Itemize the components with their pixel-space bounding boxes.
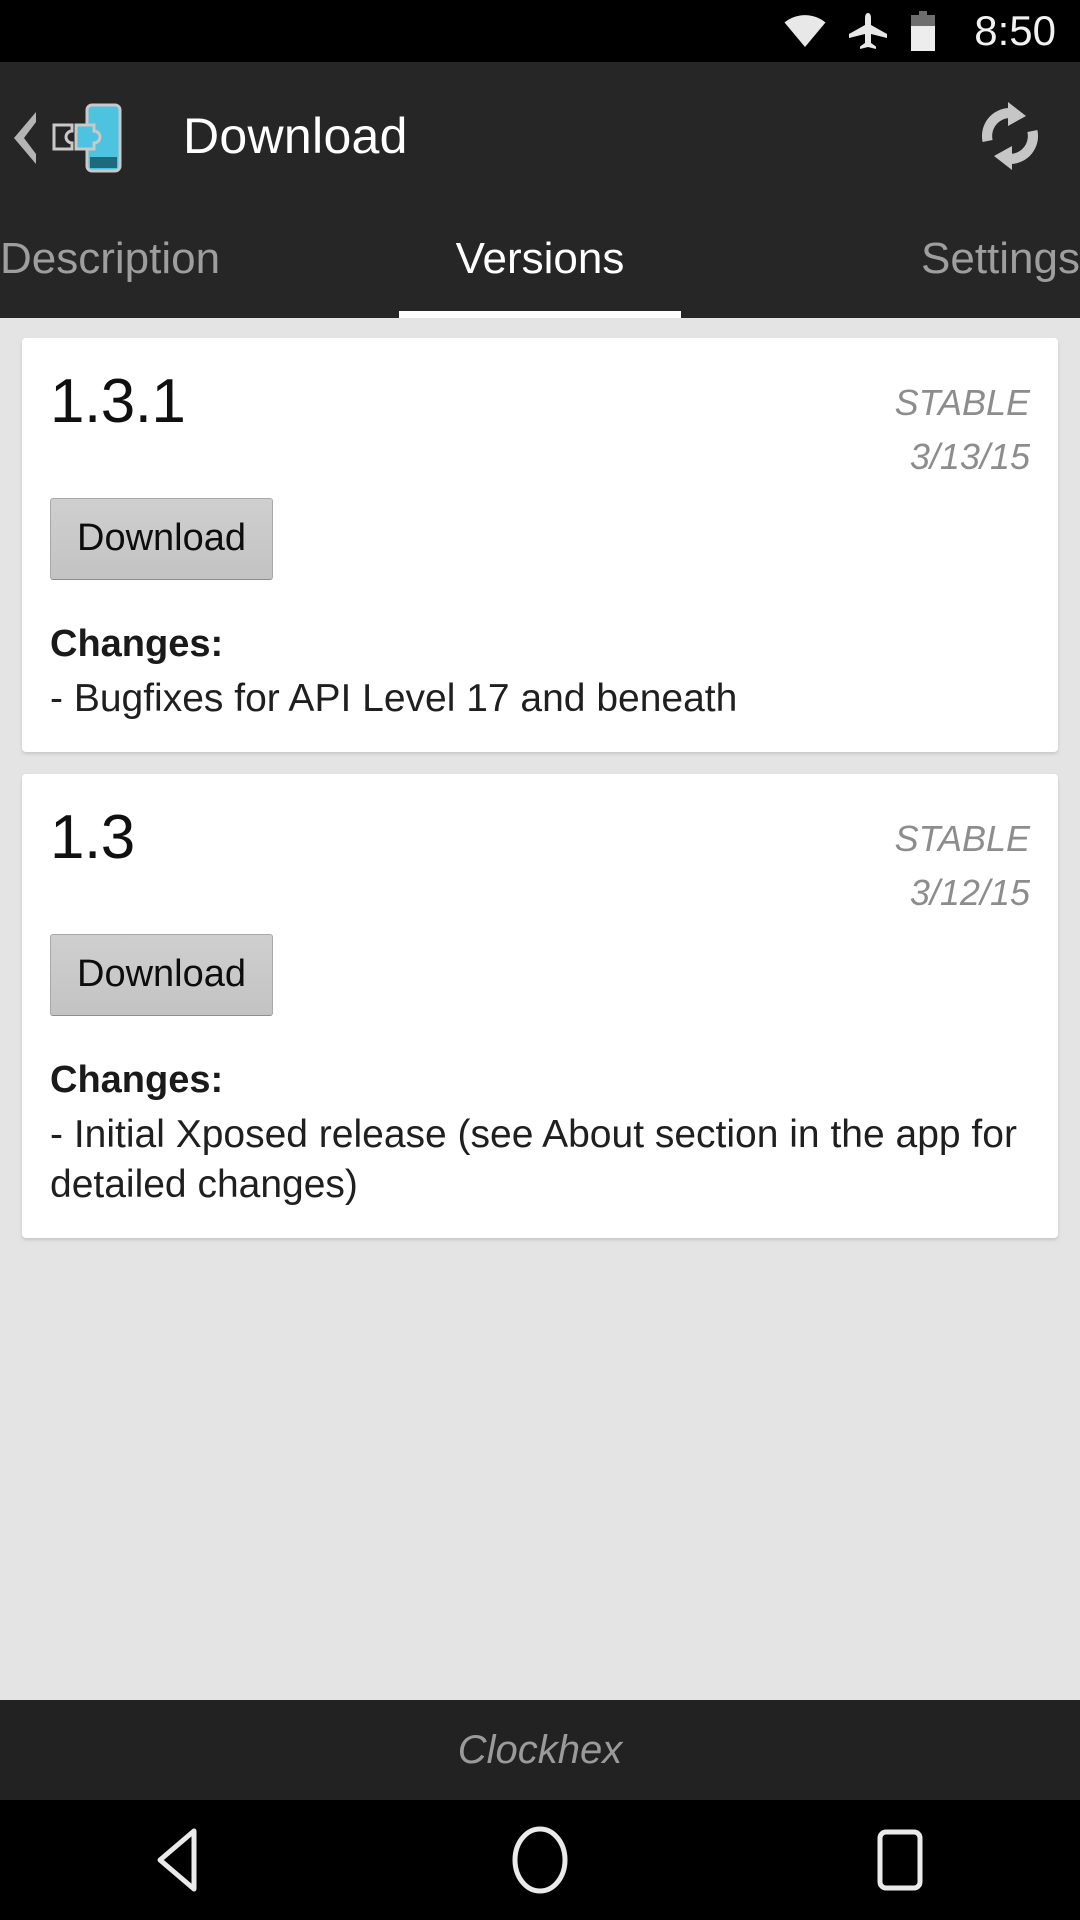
tab-settings[interactable]: Settings: [720, 210, 1080, 318]
status-bar: 8:50: [0, 0, 1080, 62]
nav-recents-button[interactable]: [800, 1800, 1000, 1920]
tab-indicator: [399, 311, 681, 318]
nav-home-button[interactable]: [440, 1800, 640, 1920]
versions-list[interactable]: 1.3.1 STABLE 3/13/15 Download Changes: -…: [0, 318, 1080, 1700]
release-date: 3/12/15: [909, 872, 1030, 913]
battery-icon: [910, 11, 936, 51]
xposed-puzzle-icon: [52, 103, 122, 173]
version-meta: STABLE 3/13/15: [895, 368, 1030, 484]
tab-bar: Description Versions Settings: [0, 210, 1080, 318]
version-number: 1.3.1: [50, 367, 186, 436]
airplane-mode-icon: [848, 13, 888, 49]
recents-square-icon: [877, 1829, 923, 1891]
version-number: 1.3: [50, 803, 135, 872]
version-card: 1.3 STABLE 3/12/15 Download Changes: - I…: [22, 774, 1058, 1238]
home-circle-icon: [512, 1826, 568, 1894]
version-card-header: 1.3.1 STABLE 3/13/15: [50, 368, 1030, 484]
up-navigation-button[interactable]: [6, 90, 146, 186]
changes-text: - Bugfixes for API Level 17 and beneath: [50, 677, 738, 720]
wifi-icon: [784, 14, 826, 48]
download-button[interactable]: Download: [50, 934, 273, 1016]
footer-bar: Clockhex: [0, 1700, 1080, 1800]
navigation-bar: [0, 1800, 1080, 1920]
footer-app-name: Clockhex: [457, 1727, 623, 1772]
status-badge: STABLE: [894, 818, 1030, 859]
tab-description[interactable]: Description: [0, 210, 360, 318]
version-meta: STABLE 3/12/15: [895, 804, 1030, 920]
tab-description-label: Description: [0, 234, 221, 283]
changes-text: - Initial Xposed release (see About sect…: [50, 1113, 1017, 1206]
changes-label: Changes:: [50, 623, 224, 665]
tab-settings-label: Settings: [921, 234, 1080, 283]
download-button[interactable]: Download: [50, 498, 273, 580]
status-clock: 8:50: [974, 7, 1056, 54]
tab-versions-label: Versions: [455, 234, 625, 283]
back-chevron-icon: [14, 112, 36, 164]
action-bar: Download: [0, 62, 1080, 252]
phone-screen: 8:50 Download Description Versions Setti…: [0, 0, 1080, 1920]
tab-versions[interactable]: Versions: [360, 210, 720, 318]
refresh-icon[interactable]: [968, 94, 1052, 178]
version-card-header: 1.3 STABLE 3/12/15: [50, 804, 1030, 920]
status-badge: STABLE: [894, 382, 1030, 423]
page-title: Download: [183, 108, 408, 164]
version-card: 1.3.1 STABLE 3/13/15 Download Changes: -…: [22, 338, 1058, 752]
nav-back-button[interactable]: [80, 1800, 280, 1920]
release-date: 3/13/15: [909, 436, 1030, 477]
status-icon-group: 8:50: [784, 10, 1056, 52]
changes-label: Changes:: [50, 1059, 224, 1101]
back-triangle-icon: [157, 1828, 197, 1892]
